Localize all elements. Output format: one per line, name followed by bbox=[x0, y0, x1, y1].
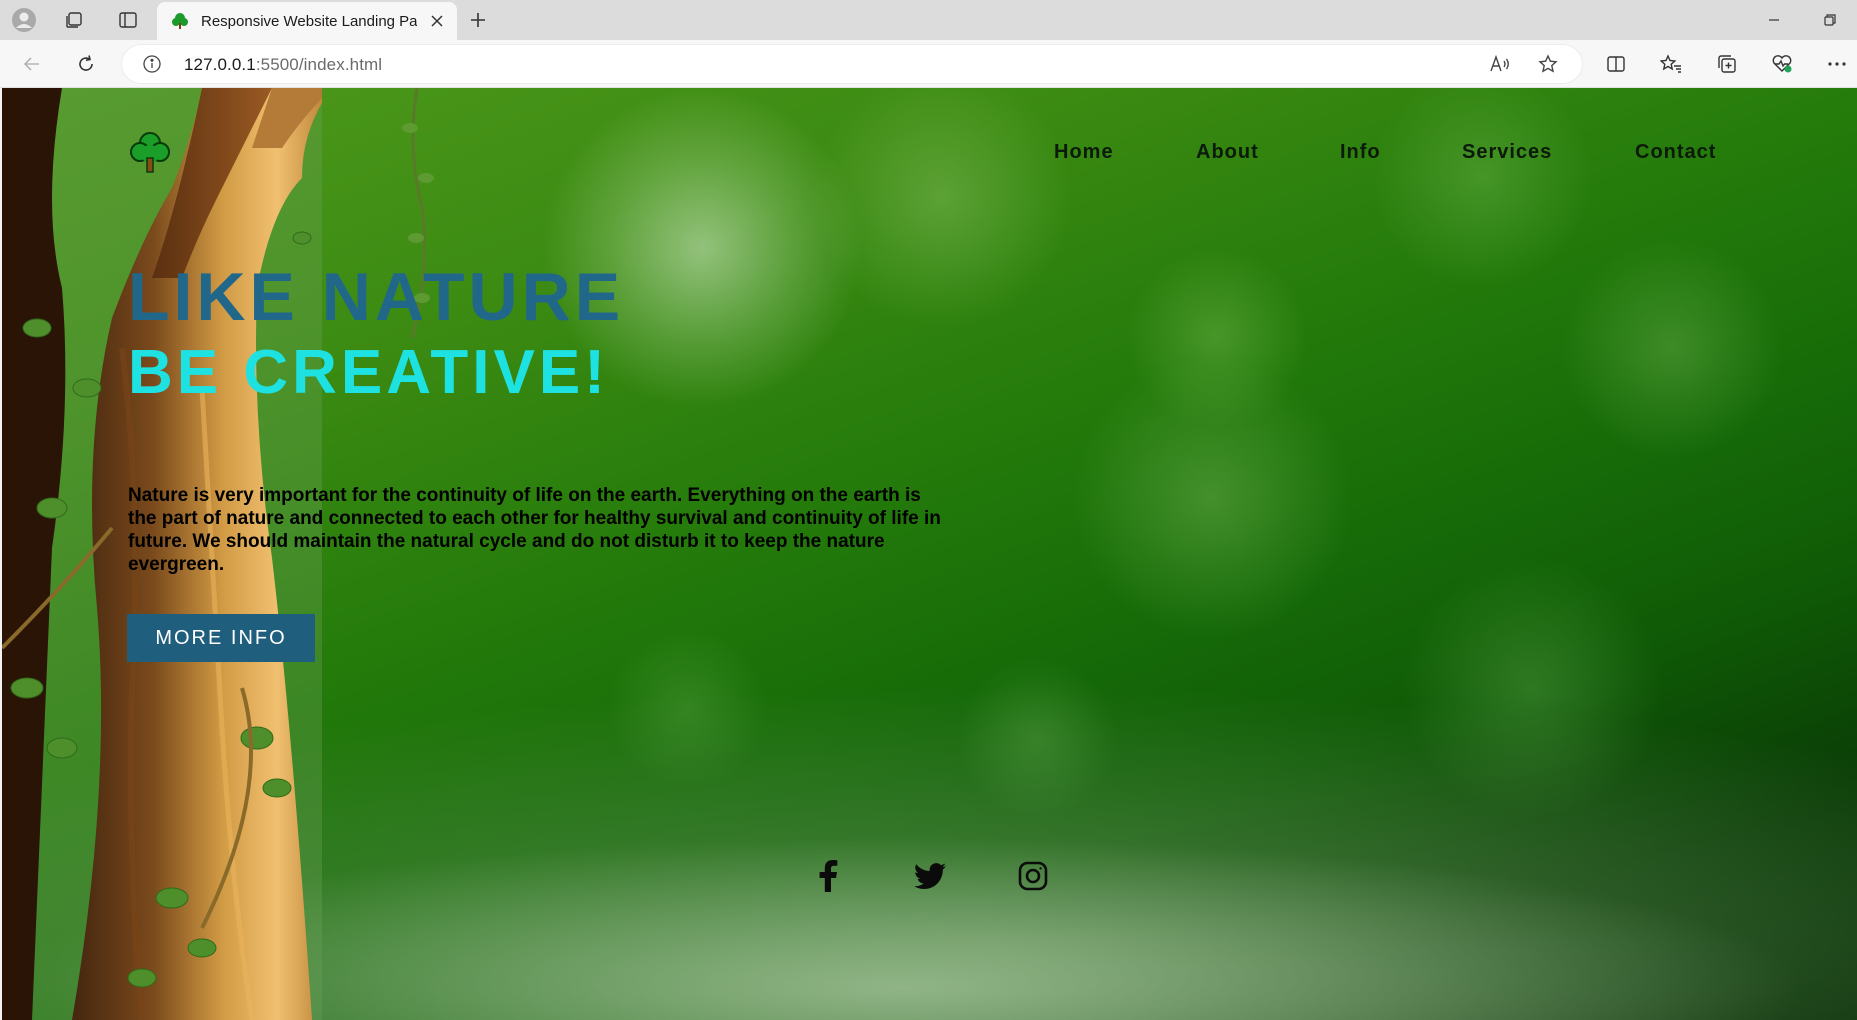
close-icon[interactable] bbox=[425, 9, 449, 33]
hero-headline-primary: LIKE NATURE bbox=[128, 259, 625, 335]
tab-actions-icon[interactable] bbox=[112, 4, 144, 36]
minimize-icon[interactable] bbox=[1754, 4, 1794, 36]
split-screen-icon[interactable] bbox=[1599, 48, 1633, 80]
url-host: 127.0.0.1 bbox=[184, 55, 256, 74]
instagram-icon[interactable] bbox=[1015, 858, 1051, 894]
nav-about[interactable]: About bbox=[1196, 141, 1259, 164]
address-bar-row: 127.0.0.1:5500/index.html bbox=[0, 40, 1857, 88]
page-viewport: Home About Info Services Contact LIKE NA… bbox=[2, 88, 1857, 1020]
active-tab[interactable]: Responsive Website Landing Page bbox=[157, 2, 457, 40]
nav-services[interactable]: Services bbox=[1462, 141, 1552, 164]
hero-description: Nature is very important for the continu… bbox=[128, 485, 941, 575]
facebook-icon[interactable] bbox=[810, 858, 846, 894]
performance-icon[interactable] bbox=[1765, 48, 1799, 80]
browser-tab-bar: Responsive Website Landing Page bbox=[0, 0, 1857, 40]
collections-icon[interactable] bbox=[1710, 48, 1744, 80]
tree-favicon bbox=[169, 10, 191, 32]
refresh-icon[interactable] bbox=[70, 48, 102, 80]
favorite-star-icon[interactable] bbox=[1532, 48, 1564, 80]
read-aloud-icon[interactable] bbox=[1484, 48, 1516, 80]
info-icon[interactable] bbox=[142, 54, 162, 74]
tab-title: Responsive Website Landing Page bbox=[201, 12, 417, 30]
url-field[interactable]: 127.0.0.1:5500/index.html bbox=[122, 45, 1582, 83]
favorites-icon[interactable] bbox=[1654, 48, 1688, 80]
twitter-icon[interactable] bbox=[912, 858, 948, 894]
url-text: 127.0.0.1:5500/index.html bbox=[184, 55, 382, 75]
hero-headline-secondary: BE CREATIVE! bbox=[128, 338, 609, 407]
nav-contact[interactable]: Contact bbox=[1635, 141, 1716, 164]
new-tab-icon[interactable] bbox=[462, 4, 494, 36]
nav-home[interactable]: Home bbox=[1054, 141, 1114, 164]
restore-icon[interactable] bbox=[1810, 4, 1850, 36]
workspaces-icon[interactable] bbox=[58, 4, 90, 36]
more-icon[interactable] bbox=[1820, 48, 1854, 80]
url-path: :5500/index.html bbox=[255, 55, 383, 74]
more-info-button[interactable]: MORE INFO bbox=[127, 614, 315, 662]
nav-info[interactable]: Info bbox=[1340, 141, 1381, 164]
tree-logo-icon[interactable] bbox=[130, 130, 170, 176]
back-icon[interactable] bbox=[16, 48, 48, 80]
profile-icon[interactable] bbox=[8, 4, 40, 36]
